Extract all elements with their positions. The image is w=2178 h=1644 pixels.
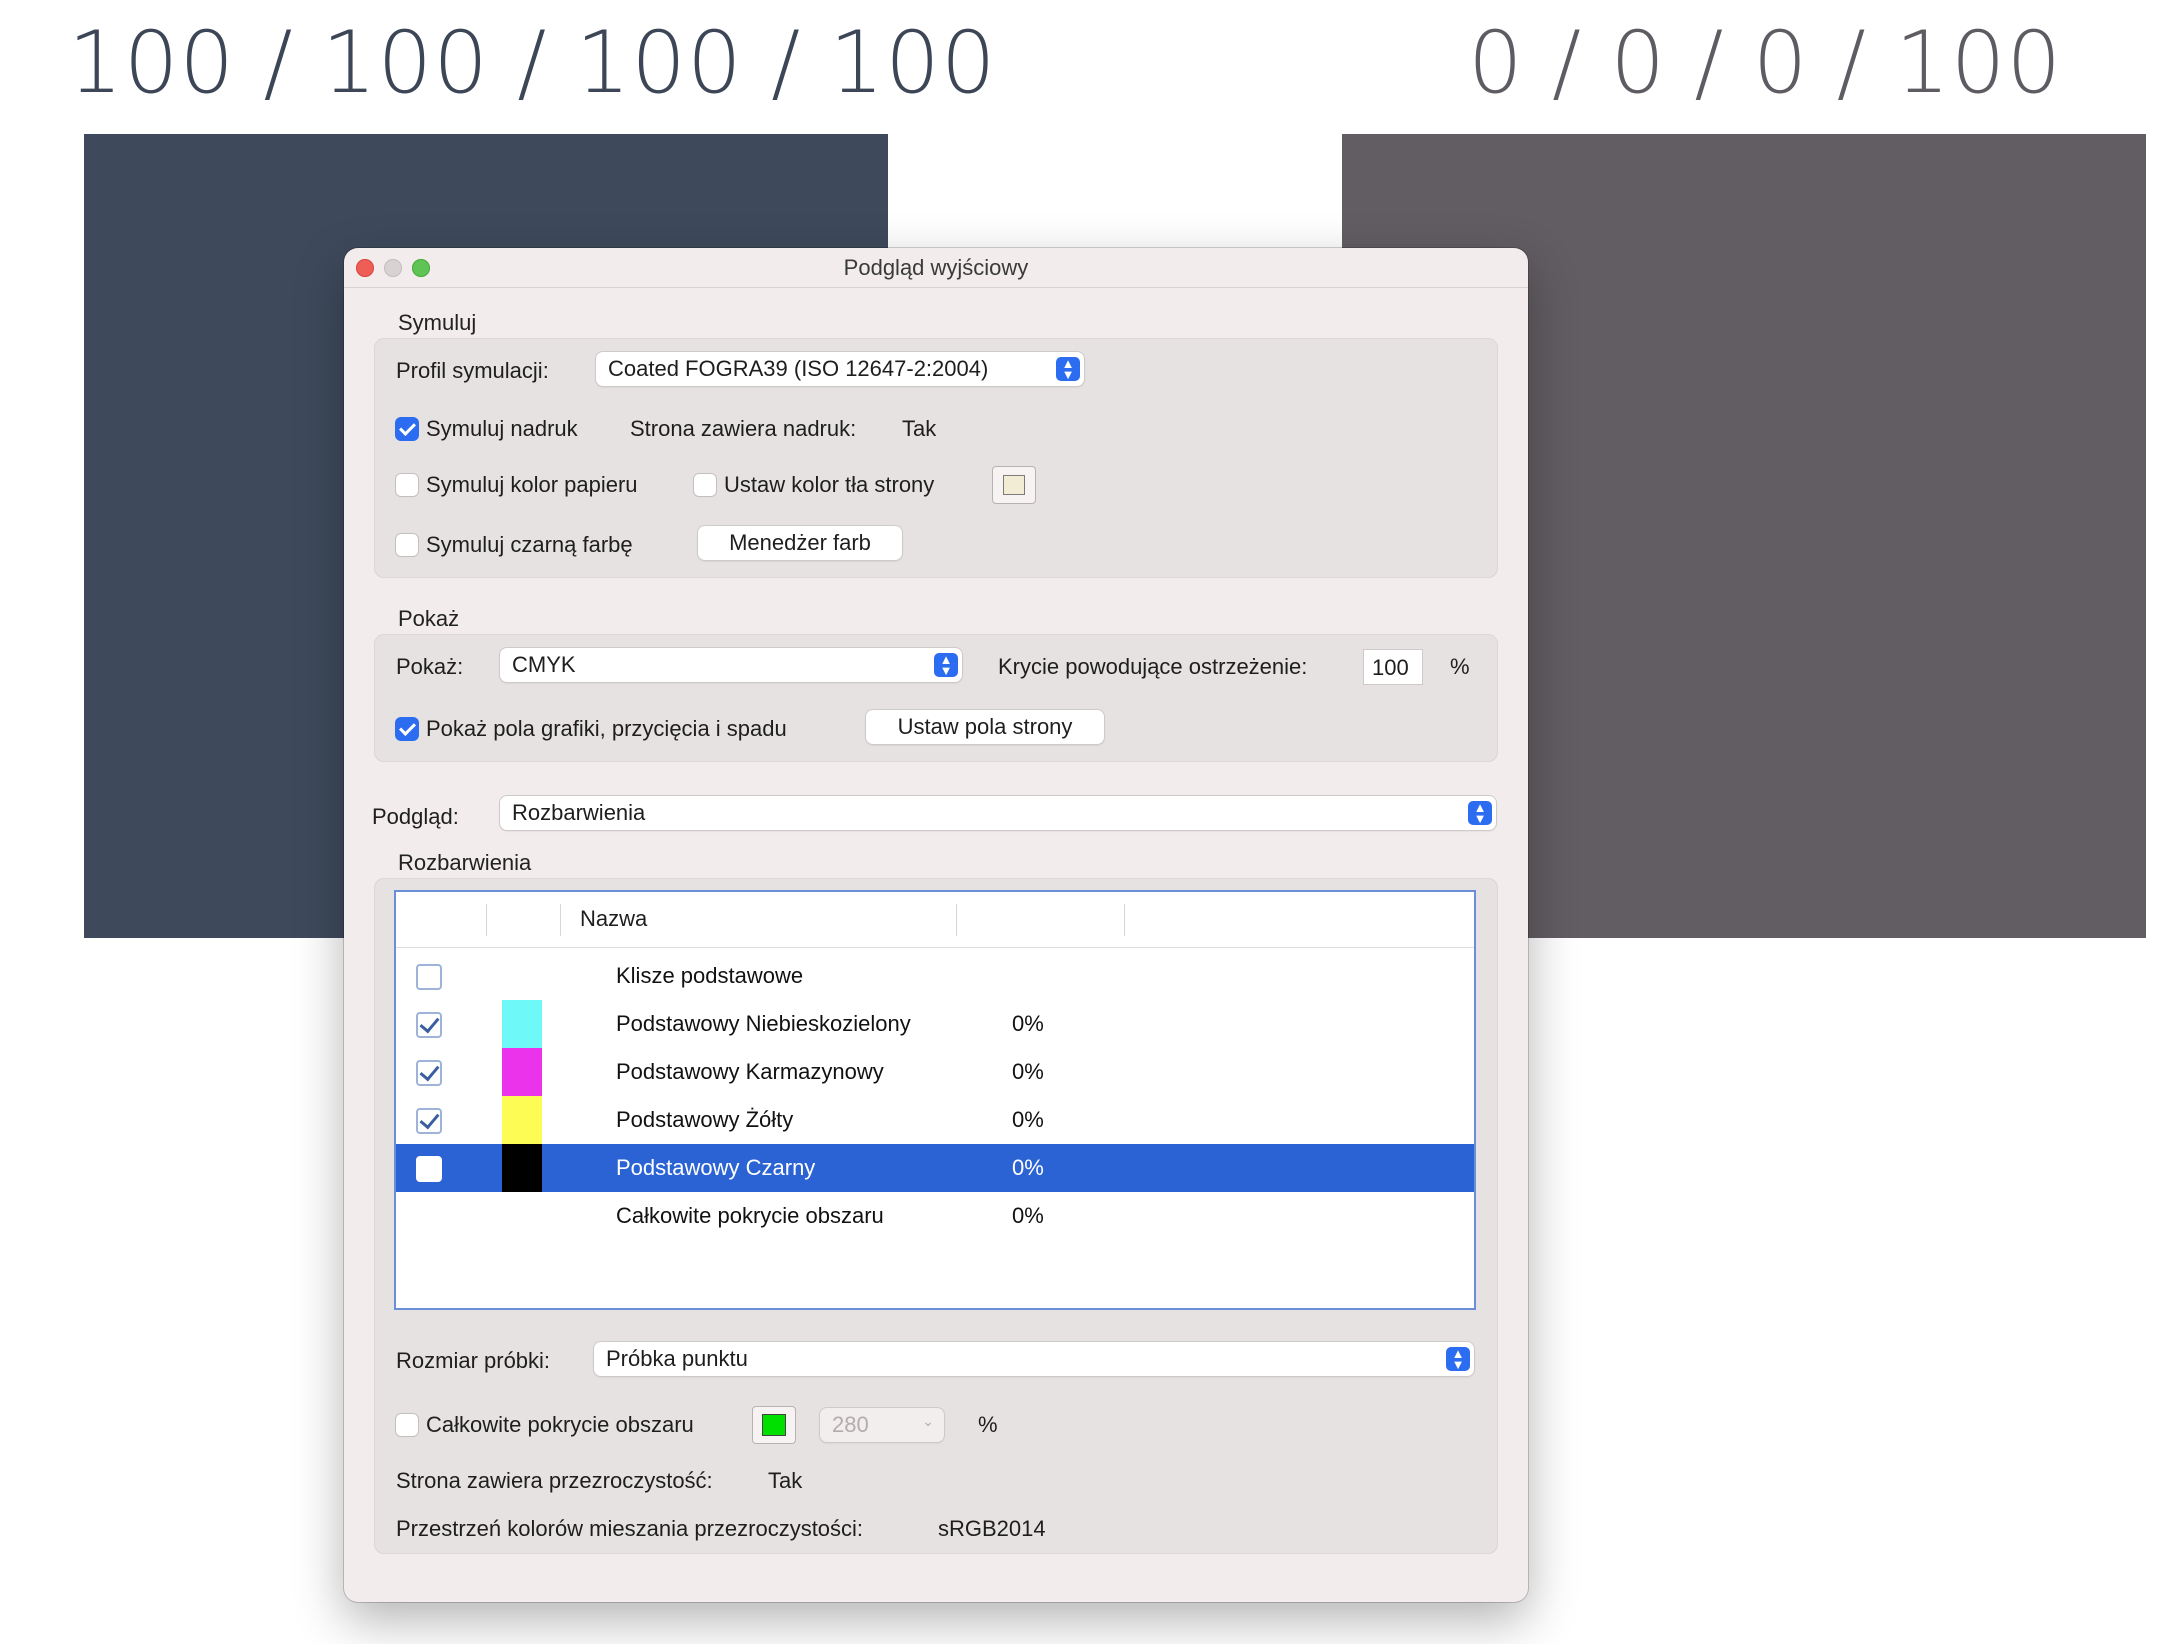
- show-section-label: Pokaż: [398, 606, 460, 631]
- page-bg-color-label[interactable]: Ustaw kolor tła strony: [724, 472, 934, 498]
- row-checkbox[interactable]: [416, 964, 442, 990]
- chevron-updown-icon: ▲ ▼: [1468, 801, 1492, 825]
- table-row[interactable]: Podstawowy Niebieskozielony 0%: [396, 1000, 1474, 1048]
- table-row[interactable]: Podstawowy Żółty 0%: [396, 1096, 1474, 1144]
- table-header: Nazwa: [396, 892, 1474, 948]
- cyan-swatch: [502, 1000, 542, 1048]
- simulation-profile-label: Profil symulacji:: [396, 358, 549, 383]
- row-checkbox[interactable]: [416, 1060, 442, 1086]
- total-coverage-checkbox[interactable]: [396, 1414, 418, 1436]
- row-checkbox[interactable]: [416, 1156, 442, 1182]
- row-name: Podstawowy Żółty: [616, 1107, 794, 1132]
- blend-space-label: Przestrzeń kolorów mieszania przezroczys…: [396, 1516, 864, 1541]
- chevron-updown-icon: ▲ ▼: [934, 653, 958, 677]
- simulation-profile-select[interactable]: Coated FOGRA39 (ISO 12647-2:2004) ▲ ▼: [596, 352, 1084, 386]
- page-bg-color-well[interactable]: [992, 466, 1036, 504]
- total-coverage-color-well[interactable]: [752, 1406, 796, 1444]
- page-transparency-label: Strona zawiera przezroczystość:: [396, 1468, 713, 1493]
- total-coverage-combo[interactable]: 280 ⌄: [820, 1408, 944, 1442]
- simulation-profile-value: Coated FOGRA39 (ISO 12647-2:2004): [608, 356, 989, 381]
- black-swatch: [502, 1144, 542, 1192]
- preview-select-value: Rozbarwienia: [512, 800, 646, 825]
- show-boxes-label[interactable]: Pokaż pola grafiki, przycięcia i spadu: [426, 716, 787, 742]
- show-label: Pokaż:: [396, 654, 464, 679]
- separations-table[interactable]: Nazwa Klisze podstawowe Podstawowy Niebi…: [394, 890, 1476, 1310]
- page-contains-overprint-label: Strona zawiera nadruk:: [630, 416, 857, 441]
- chevron-updown-icon: ▲ ▼: [1056, 357, 1080, 381]
- simulate-black-ink-label[interactable]: Symuluj czarną farbę: [426, 532, 633, 558]
- page-contains-overprint-value: Tak: [902, 416, 937, 441]
- preview-select[interactable]: Rozbarwienia ▲ ▼: [500, 796, 1496, 830]
- sample-size-label: Rozmiar próbki:: [396, 1348, 551, 1373]
- yellow-swatch: [502, 1096, 542, 1144]
- set-page-boxes-button[interactable]: Ustaw pola strony: [866, 710, 1104, 744]
- simulate-paper-color-label[interactable]: Symuluj kolor papieru: [426, 472, 638, 498]
- row-percentage: 0%: [1012, 1203, 1044, 1228]
- total-coverage-percent: %: [978, 1412, 998, 1437]
- blend-space-value: sRGB2014: [938, 1516, 1046, 1541]
- total-coverage-label[interactable]: Całkowite pokrycie obszaru: [426, 1412, 694, 1438]
- preview-label: Podgląd:: [372, 804, 459, 829]
- output-preview-dialog: Podgląd wyjściowy Symuluj Profil symulac…: [344, 248, 1528, 1602]
- table-row[interactable]: Całkowite pokrycie obszaru 0%: [396, 1192, 1474, 1240]
- row-checkbox[interactable]: [416, 1108, 442, 1134]
- total-coverage-value: 280: [832, 1412, 869, 1437]
- row-name: Klisze podstawowe: [616, 963, 804, 988]
- sample-size-value: Próbka punktu: [606, 1346, 748, 1371]
- show-select[interactable]: CMYK ▲ ▼: [500, 648, 962, 682]
- table-row[interactable]: Podstawowy Karmazynowy 0%: [396, 1048, 1474, 1096]
- magenta-swatch: [502, 1048, 542, 1096]
- row-percentage: 0%: [1012, 1011, 1044, 1036]
- show-boxes-checkbox[interactable]: [396, 718, 418, 740]
- simulate-overprint-label[interactable]: Symuluj nadruk: [426, 416, 578, 442]
- separations-section-label: Rozbarwienia: [398, 850, 532, 875]
- window-title: Podgląd wyjściowy: [843, 255, 1029, 280]
- right-cmyk-title: 0 / 0 / 0 / 100: [1468, 13, 2063, 113]
- ink-manager-button[interactable]: Menedżer farb: [698, 526, 902, 560]
- row-name: Podstawowy Karmazynowy: [616, 1059, 884, 1084]
- table-row-selected[interactable]: Podstawowy Czarny 0%: [396, 1144, 1474, 1192]
- simulate-section-label: Symuluj: [398, 310, 477, 335]
- simulate-black-ink-checkbox[interactable]: [396, 534, 418, 556]
- chevron-down-icon: ⌄: [922, 1413, 934, 1429]
- warning-opacity-label: Krycie powodujące ostrzeżenie:: [998, 654, 1308, 679]
- warning-opacity-input[interactable]: 100: [1364, 650, 1422, 684]
- page-transparency-value: Tak: [768, 1468, 803, 1493]
- sample-size-select[interactable]: Próbka punktu ▲ ▼: [594, 1342, 1474, 1376]
- simulate-overprint-checkbox[interactable]: [396, 418, 418, 440]
- row-name: Podstawowy Niebieskozielony: [616, 1011, 911, 1036]
- row-name: Całkowite pokrycie obszaru: [616, 1203, 884, 1228]
- row-checkbox[interactable]: [416, 1012, 442, 1038]
- warning-opacity-percent: %: [1450, 654, 1470, 679]
- title-bar[interactable]: Podgląd wyjściowy: [344, 248, 1528, 288]
- simulate-paper-color-checkbox[interactable]: [396, 474, 418, 496]
- left-cmyk-title: 100 / 100 / 100 / 100: [68, 13, 997, 113]
- show-select-value: CMYK: [512, 652, 576, 677]
- column-header-name[interactable]: Nazwa: [580, 906, 647, 932]
- table-row[interactable]: Klisze podstawowe: [396, 952, 1474, 1000]
- row-percentage: 0%: [1012, 1059, 1044, 1084]
- page-bg-color-checkbox[interactable]: [694, 474, 716, 496]
- row-percentage: 0%: [1012, 1107, 1044, 1132]
- row-percentage: 0%: [1012, 1155, 1044, 1180]
- chevron-updown-icon: ▲ ▼: [1446, 1347, 1470, 1371]
- row-name: Podstawowy Czarny: [616, 1155, 816, 1180]
